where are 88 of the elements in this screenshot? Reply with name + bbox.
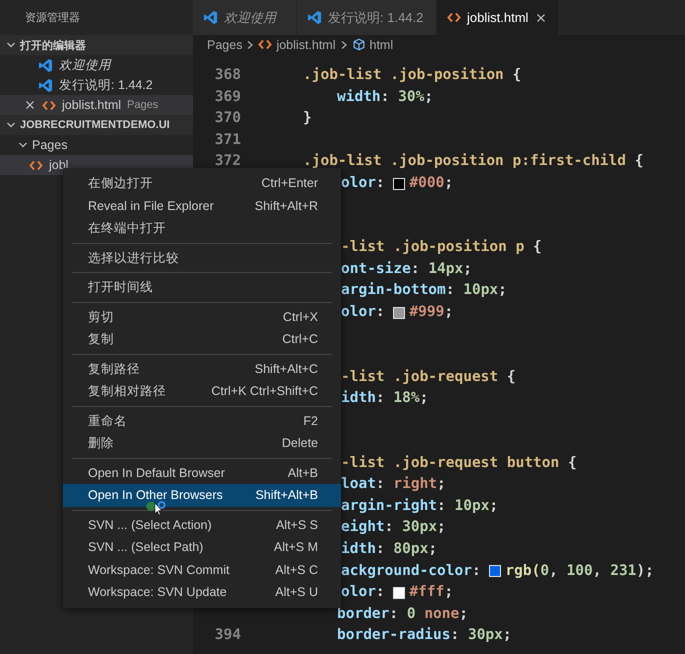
code-text: #000; <box>409 174 454 193</box>
section-header[interactable]: 打开的编辑器 <box>0 35 193 55</box>
menu-item[interactable]: 剪切 Ctrl+X <box>63 306 341 328</box>
tab-label: 发行说明: 1.44.2 <box>328 8 424 26</box>
chevron-icon <box>246 40 254 50</box>
folder-hint: Pages <box>127 99 158 111</box>
code-logo-icon <box>203 10 218 25</box>
file-item[interactable]: 欢迎使用 <box>0 55 193 75</box>
chevron-icon <box>6 40 16 50</box>
menu-item[interactable]: Workspace: SVN Update Alt+S U <box>63 581 341 604</box>
file-name: jobl <box>49 158 68 172</box>
code-text: rgb(0, 100, 231); <box>505 562 654 581</box>
angle-brackets-icon <box>29 158 43 172</box>
cube-icon <box>352 38 366 51</box>
menu-item[interactable]: 在终端中打开 <box>63 217 341 240</box>
code-text: eight: 30px; <box>341 518 446 538</box>
menu-item[interactable]: 在侧边打开 Ctrl+Enter <box>63 172 341 194</box>
code-text: -list .job-request button { <box>341 454 577 473</box>
menu-item[interactable]: SVN ... (Select Action) Alt+S S <box>63 514 341 536</box>
code-text: #fff; <box>409 583 454 602</box>
menu-item[interactable]: SVN ... (Select Path) Alt+S M <box>63 536 341 558</box>
menu-item[interactable]: 打开时间线 <box>63 276 341 298</box>
code-text: #999; <box>409 303 454 322</box>
editor-tab[interactable]: joblist.html <box>437 0 560 35</box>
editor-tab[interactable]: 发行说明: 1.44.2 <box>297 0 437 35</box>
close-icon[interactable] <box>536 12 546 22</box>
file-item[interactable]: 发行说明: 1.44.2 <box>0 75 193 95</box>
file-name: 欢迎使用 <box>59 56 111 74</box>
line-number: 371 <box>214 130 241 150</box>
angle-brackets-icon <box>42 98 56 112</box>
menu-item[interactable]: 复制路径 Shift+Alt+C <box>63 358 341 380</box>
code-text: } <box>303 109 312 128</box>
menu-item[interactable]: 重命名 F2 <box>63 410 341 432</box>
code-text: width: 30%; <box>337 88 434 107</box>
code-text: loat: right; <box>341 475 446 494</box>
code-text: -list .job-position p { <box>341 238 542 258</box>
line-number: 370 <box>214 109 241 128</box>
file-name: Pages <box>32 138 68 152</box>
code-text: ont-size: 14px; <box>341 260 472 279</box>
line-number: 369 <box>214 88 241 107</box>
code-text: border: 0 none; <box>337 604 468 624</box>
tab-label: 欢迎使用 <box>224 8 276 26</box>
code-logo-icon <box>38 78 53 92</box>
file-name: joblist.html <box>62 98 122 112</box>
code-text: border-radius: 30px; <box>337 626 512 646</box>
color-swatch[interactable] <box>393 306 406 319</box>
code-text: olor: <box>341 583 386 602</box>
code-text: .job-list .job-position p:first-child { <box>303 152 644 172</box>
code-text: ackground-color: <box>341 562 482 581</box>
line-number: 368 <box>214 66 241 85</box>
code-text: argin-right: 10px; <box>341 496 498 516</box>
code-text: .job-list .job-position { <box>303 66 522 85</box>
file-item[interactable]: Pages <box>0 135 193 155</box>
tab-label: joblist.html <box>467 10 528 25</box>
code-text: argin-bottom: 10px; <box>341 281 507 300</box>
color-swatch[interactable] <box>393 178 406 190</box>
menu-item[interactable]: Open In Other Browsers Shift+Alt+B <box>63 484 341 506</box>
code-text: idth: 80px; <box>341 540 438 560</box>
color-swatch[interactable] <box>489 565 502 578</box>
chevron-icon <box>340 40 348 50</box>
line-number: 372 <box>214 152 241 172</box>
menu-item[interactable]: 复制相对路径 Ctrl+K Ctrl+Shift+C <box>63 380 341 402</box>
menu-item[interactable]: 选择以进行比较 <box>63 246 341 269</box>
menu-item[interactable]: Reveal in File Explorer Shift+Alt+R <box>63 194 341 217</box>
code-logo-icon <box>307 10 322 25</box>
color-swatch[interactable] <box>393 586 406 599</box>
angle-brackets-icon <box>447 11 461 24</box>
code-text: olor: <box>341 174 386 193</box>
section-header[interactable]: JOBRECRUITMENTDEMO.UI <box>0 115 193 135</box>
file-item[interactable]: joblist.html Pages <box>0 95 193 115</box>
code-logo-icon <box>38 58 53 72</box>
menu-item[interactable]: 删除 Delete <box>63 432 341 454</box>
breadcrumb-item[interactable]: Pages <box>207 38 242 52</box>
explorer-title: 资源管理器 <box>24 11 81 26</box>
menu-item[interactable]: 复制 Ctrl+C <box>63 328 341 350</box>
code-text: olor: <box>341 303 386 322</box>
file-name: 发行说明: 1.44.2 <box>59 76 153 94</box>
menu-item[interactable]: Workspace: SVN Commit Alt+S C <box>63 558 341 581</box>
code-text: -list .job-request { <box>341 368 516 387</box>
angle-brackets-icon <box>258 38 272 51</box>
breadcrumb-item[interactable]: html <box>370 38 394 52</box>
breadcrumb-item[interactable]: joblist.html <box>276 38 336 52</box>
editor-tab[interactable]: 欢迎使用 <box>193 0 297 35</box>
line-number: 394 <box>214 626 241 646</box>
code-text: idth: 18%; <box>341 389 428 408</box>
close-icon[interactable] <box>25 100 35 110</box>
menu-item[interactable]: Open In Default Browser Alt+B <box>63 462 341 484</box>
chevron-icon <box>6 120 16 130</box>
